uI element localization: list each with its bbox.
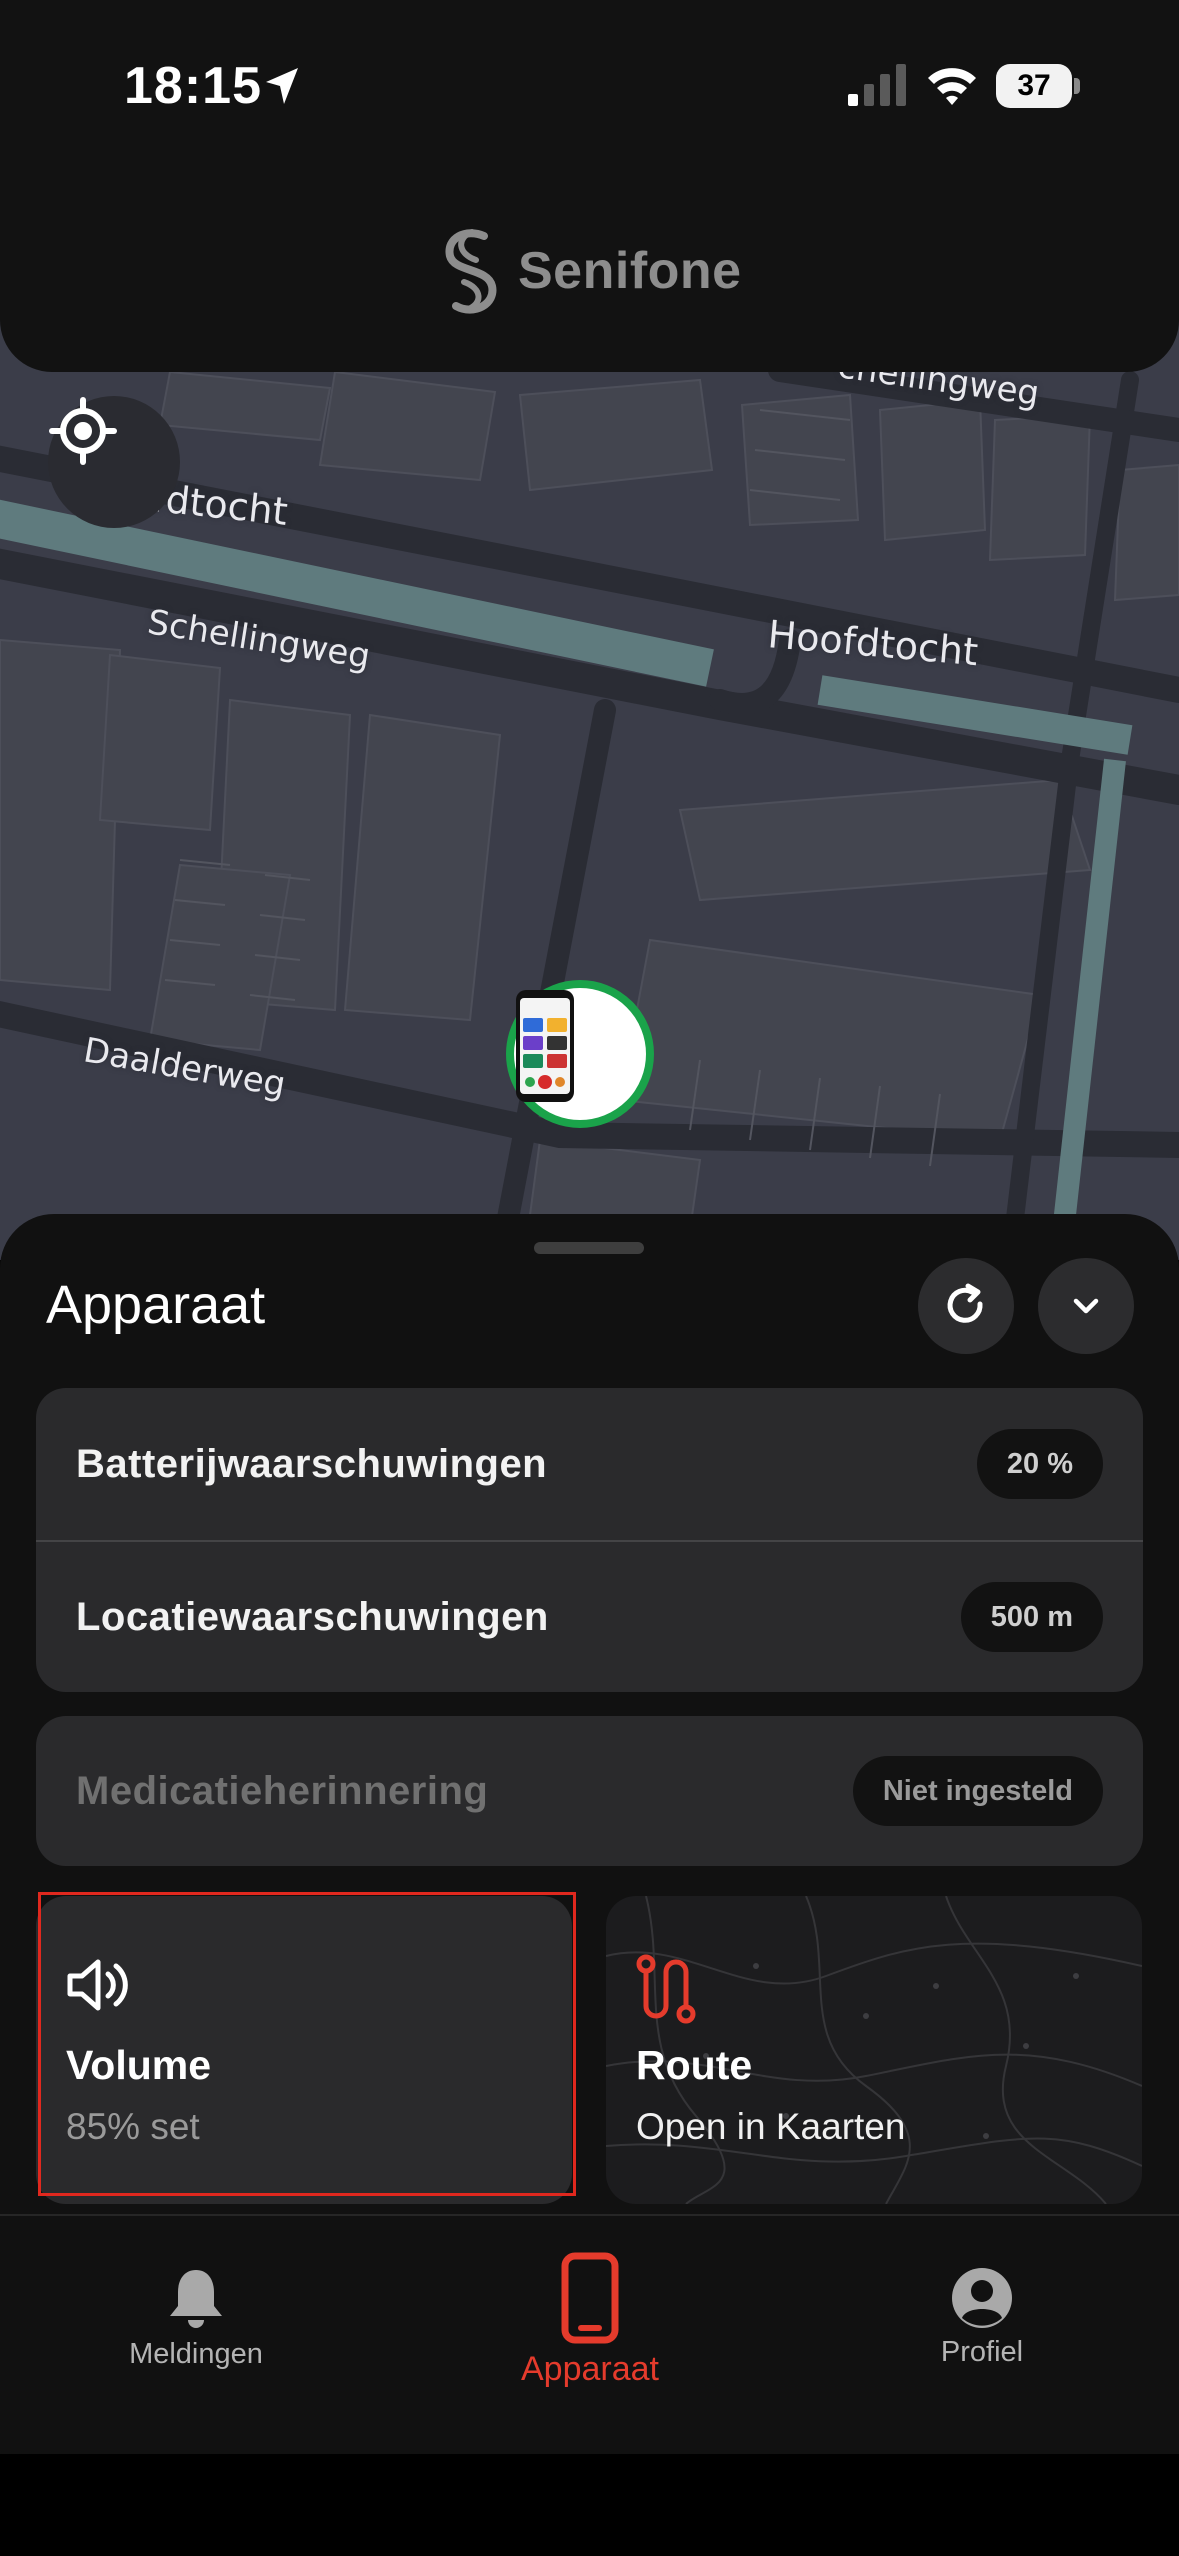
tab-profiel[interactable]: Profiel [832, 2216, 1132, 2456]
bell-icon [170, 2270, 222, 2328]
route-title: Route [636, 2042, 753, 2088]
battery-alerts-label: Batterijwaarschuwingen [76, 1441, 548, 1486]
tab-meldingen-label: Meldingen [129, 2338, 263, 2370]
tab-bar: Meldingen Apparaat Profiel [0, 2214, 1179, 2454]
recenter-location-button[interactable] [48, 396, 180, 528]
refresh-button[interactable] [918, 1258, 1014, 1354]
wifi-icon [928, 68, 976, 105]
device-phone-icon [516, 990, 574, 1102]
tab-apparaat-label: Apparaat [521, 2350, 659, 2388]
profile-icon [952, 2268, 1012, 2328]
medication-card[interactable]: Medicatieherinnering Niet ingesteld [36, 1716, 1143, 1866]
tab-apparaat[interactable]: Apparaat [440, 2216, 740, 2456]
crosshair-icon [49, 397, 117, 465]
location-alerts-label: Locatiewaarschuwingen [76, 1594, 549, 1639]
sheet-drag-handle[interactable] [534, 1242, 644, 1254]
phone-icon [561, 2252, 619, 2344]
home-indicator-area [0, 2454, 1179, 2556]
battery-level: 37 [1017, 69, 1051, 102]
tab-meldingen[interactable]: Meldingen [46, 2216, 346, 2456]
route-subtitle: Open in Kaarten [636, 2106, 906, 2147]
senifone-logo: Senifone [436, 226, 742, 316]
status-time: 18:15 [124, 57, 262, 115]
battery-indicator: 37 [996, 64, 1080, 108]
alerts-card: Batterijwaarschuwingen 20 % Locatiewaars… [36, 1388, 1143, 1692]
battery-alerts-row[interactable]: Batterijwaarschuwingen 20 % [36, 1388, 1143, 1540]
location-alerts-row[interactable]: Locatiewaarschuwingen 500 m [36, 1540, 1143, 1692]
senifone-logo-icon [445, 229, 497, 314]
brand-name: Senifone [518, 242, 742, 300]
refresh-icon [947, 1283, 983, 1323]
location-arrow-icon [266, 68, 298, 104]
medication-value: Niet ingesteld [852, 1756, 1103, 1826]
collapse-sheet-button[interactable] [1038, 1258, 1134, 1354]
app-header: 18:15 37 Senifone [0, 0, 1179, 372]
location-alerts-value: 500 m [960, 1582, 1103, 1652]
volume-tile-highlight [38, 1892, 576, 2196]
sheet-title: Apparaat [46, 1275, 266, 1335]
route-tile[interactable]: Route Open in Kaarten [606, 1896, 1142, 2204]
device-location-marker[interactable] [506, 980, 654, 1128]
battery-alerts-value: 20 % [976, 1429, 1103, 1499]
cellular-signal-icon [848, 64, 906, 106]
chevron-down-icon [1073, 1298, 1099, 1314]
medication-row[interactable]: Medicatieherinnering Niet ingesteld [36, 1716, 1143, 1866]
tab-profiel-label: Profiel [940, 2336, 1024, 2368]
route-icon [636, 1954, 696, 2024]
medication-label: Medicatieherinnering [76, 1768, 489, 1813]
